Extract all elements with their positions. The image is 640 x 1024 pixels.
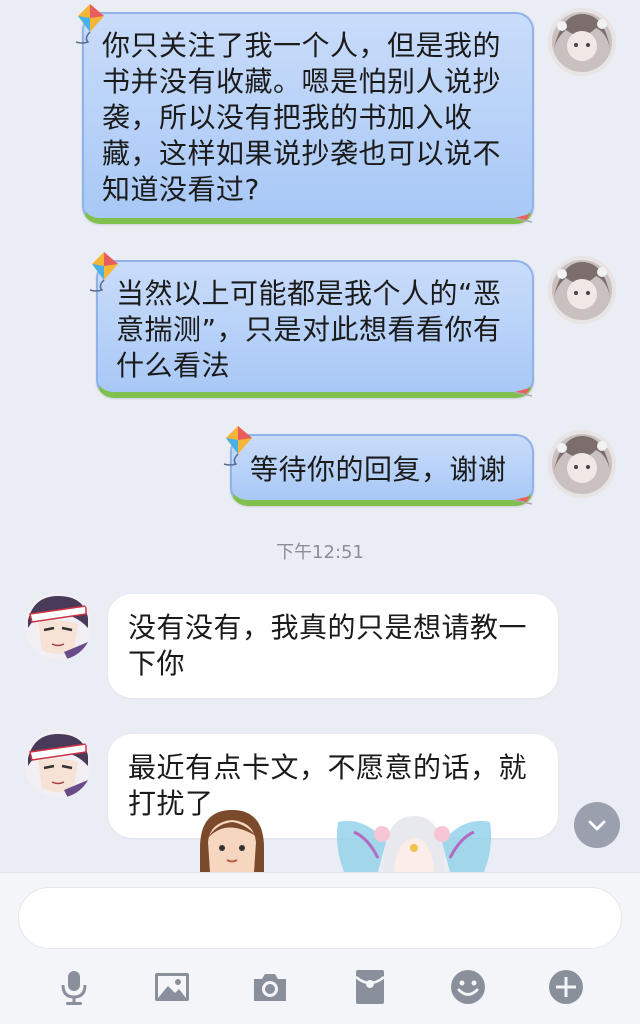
- chat-area[interactable]: 你只关注了我一个人，但是我的书并没有收藏。嗯是怕别人说抄袭，所以没有把我的书加入…: [0, 0, 640, 872]
- composer-bar: [0, 872, 640, 1024]
- image-icon: [155, 973, 189, 1001]
- received-message-text: 最近有点卡文，不愿意的话，就打扰了: [128, 751, 528, 820]
- camera-button[interactable]: [248, 965, 292, 1009]
- my-avatar[interactable]: [548, 256, 616, 324]
- sent-message-bubble[interactable]: 等待你的回复，谢谢: [230, 434, 534, 506]
- scroll-to-bottom-button[interactable]: [574, 802, 620, 848]
- chevron-down-icon: [588, 820, 606, 831]
- my-avatar[interactable]: [548, 8, 616, 76]
- emoji-icon: [451, 970, 485, 1004]
- microphone-icon: [61, 971, 87, 1005]
- contact-avatar[interactable]: [24, 592, 92, 660]
- received-message-text: 没有没有，我真的只是想请教一下你: [128, 611, 528, 680]
- kite-decoration-icon: [84, 250, 124, 294]
- emoji-button[interactable]: [446, 965, 490, 1009]
- red-packet-button[interactable]: [348, 965, 392, 1009]
- sent-message-bubble[interactable]: 当然以上可能都是我个人的“恶意揣测”，只是对此想看看你有什么看法: [96, 260, 534, 398]
- red-packet-icon: [355, 970, 385, 1004]
- voice-button[interactable]: [52, 965, 96, 1009]
- bubble-tail-decoration-icon: [512, 210, 534, 226]
- camera-icon: [254, 974, 286, 1001]
- sent-message-bubble[interactable]: 你只关注了我一个人，但是我的书并没有收藏。嗯是怕别人说抄袭，所以没有把我的书加入…: [82, 12, 534, 224]
- plus-icon: [549, 970, 583, 1004]
- sent-message-text: 你只关注了我一个人，但是我的书并没有收藏。嗯是怕别人说抄袭，所以没有把我的书加入…: [102, 29, 502, 206]
- my-avatar[interactable]: [548, 430, 616, 498]
- fairy-sticker-icon: [334, 812, 494, 872]
- composer-toolbar: [0, 965, 640, 1009]
- bubble-tail-decoration-icon: [512, 384, 534, 400]
- more-button[interactable]: [544, 965, 588, 1009]
- image-button[interactable]: [150, 965, 194, 1009]
- message-timestamp: 下午12:51: [276, 542, 364, 563]
- girl-sticker-icon: [196, 808, 268, 872]
- message-input[interactable]: [18, 887, 622, 949]
- sent-message-text: 当然以上可能都是我个人的“恶意揣测”，只是对此想看看你有什么看法: [116, 277, 502, 382]
- kite-decoration-icon: [218, 424, 258, 468]
- contact-avatar[interactable]: [24, 730, 92, 798]
- sent-message-text: 等待你的回复，谢谢: [250, 453, 507, 486]
- received-message-bubble[interactable]: 没有没有，我真的只是想请教一下你: [108, 594, 558, 698]
- kite-decoration-icon: [70, 2, 110, 46]
- bubble-tail-decoration-icon: [512, 492, 534, 508]
